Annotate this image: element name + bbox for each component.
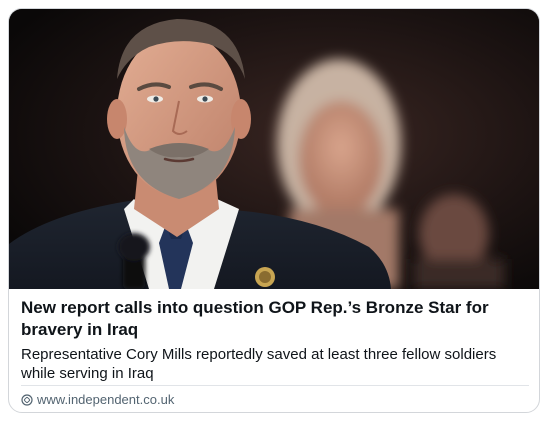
link-preview-card[interactable]: New report calls into question GOP Rep.’… <box>8 8 540 413</box>
source-link[interactable]: www.independent.co.uk <box>21 392 174 408</box>
photo-illustration <box>9 9 539 289</box>
article-description: Representative Cory Mills reportedly sav… <box>21 346 497 382</box>
card-text: New report calls into question GOP Rep.’… <box>21 297 531 383</box>
link-icon <box>21 394 33 406</box>
card-divider <box>21 385 529 386</box>
article-photo[interactable] <box>9 9 539 289</box>
article-headline[interactable]: New report calls into question GOP Rep.’… <box>21 297 531 341</box>
source-url[interactable]: www.independent.co.uk <box>37 392 174 408</box>
